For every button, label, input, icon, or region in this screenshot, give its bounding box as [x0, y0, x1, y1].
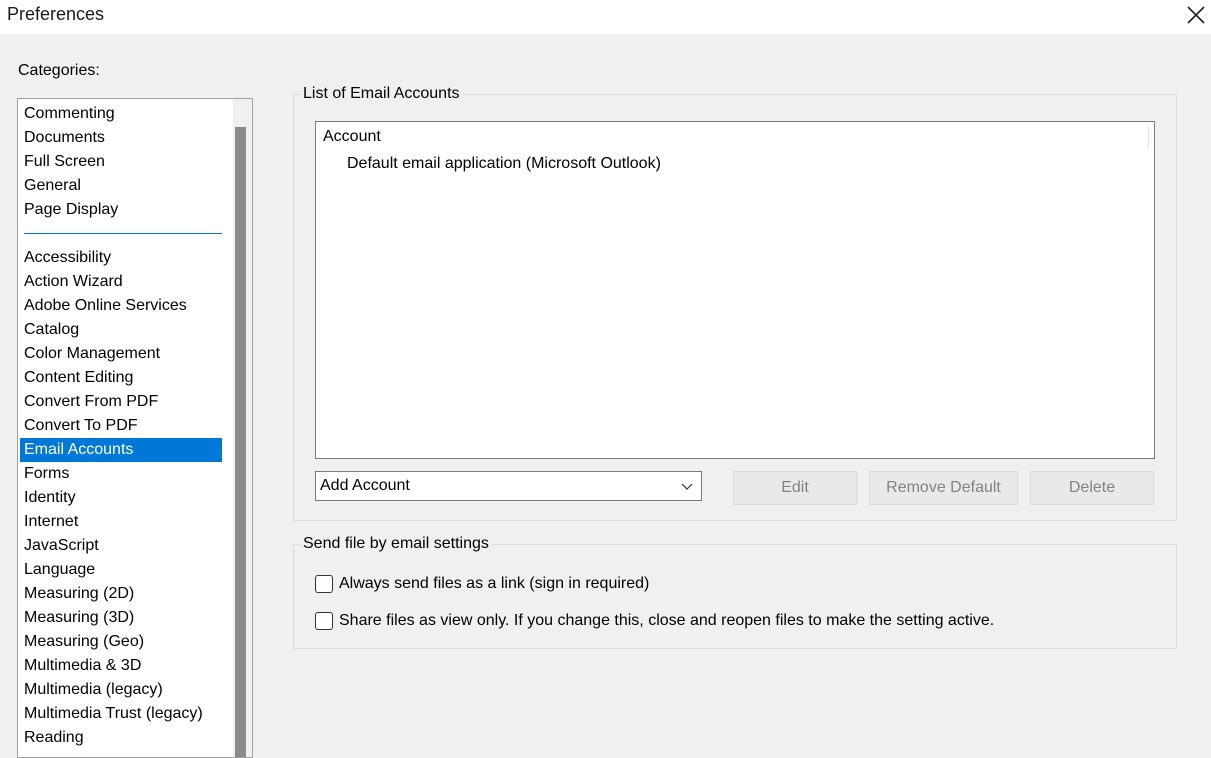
- category-item[interactable]: Catalog: [20, 318, 222, 342]
- list-item[interactable]: Default email application (Microsoft Out…: [347, 155, 661, 173]
- accounts-list[interactable]: Account Default email application (Micro…: [315, 121, 1155, 459]
- category-item[interactable]: Commenting: [20, 102, 222, 126]
- category-item[interactable]: Page Display: [20, 198, 222, 222]
- category-item[interactable]: Documents: [20, 126, 222, 150]
- chevron-down-icon: [681, 483, 693, 490]
- category-item[interactable]: Multimedia (legacy): [20, 678, 222, 702]
- edit-button[interactable]: Edit: [733, 471, 857, 505]
- view-only-label: Share files as view only. If you change …: [339, 612, 995, 629]
- category-item[interactable]: General: [20, 174, 222, 198]
- category-item[interactable]: Multimedia Trust (legacy): [20, 702, 222, 726]
- category-item[interactable]: Reading: [20, 726, 222, 750]
- send-as-link-label: Always send files as a link (sign in req…: [339, 575, 650, 592]
- category-item[interactable]: Identity: [20, 486, 222, 510]
- category-item[interactable]: Forms: [20, 462, 222, 486]
- category-item[interactable]: Convert To PDF: [20, 414, 222, 438]
- close-button[interactable]: [1181, 0, 1211, 30]
- view-only-option[interactable]: Share files as view only. If you change …: [315, 612, 994, 630]
- send-settings-group: Send file by email settings: [293, 534, 1177, 649]
- categories-list[interactable]: Commenting Documents Full Screen General Pag…: [17, 98, 253, 758]
- remove-default-button[interactable]: Remove Default: [869, 471, 1018, 505]
- add-account-value: Add Account: [320, 477, 410, 494]
- close-icon: [1187, 6, 1205, 24]
- category-item[interactable]: Email Accounts: [20, 438, 222, 462]
- categories-label: Categories:: [18, 62, 100, 79]
- category-item[interactable]: Action Wizard: [20, 270, 222, 294]
- delete-button[interactable]: Delete: [1030, 471, 1154, 505]
- category-item[interactable]: Color Management: [20, 342, 222, 366]
- send-as-link-option[interactable]: Always send files as a link (sign in req…: [315, 575, 649, 593]
- categories-separator: [24, 233, 222, 234]
- categories-scrollbar[interactable]: [233, 99, 252, 757]
- view-only-checkbox[interactable]: [315, 612, 333, 630]
- category-item[interactable]: Language: [20, 558, 222, 582]
- category-item[interactable]: Adobe Online Services: [20, 294, 222, 318]
- account-column-header[interactable]: Account: [323, 128, 381, 146]
- column-divider: [1148, 126, 1149, 148]
- category-item[interactable]: Internet: [20, 510, 222, 534]
- title-bar: Preferences: [0, 0, 1211, 34]
- scrollbar-thumb[interactable]: [235, 127, 246, 757]
- email-accounts-group-title: List of Email Accounts: [300, 84, 463, 104]
- category-item[interactable]: Convert From PDF: [20, 390, 222, 414]
- category-item[interactable]: Measuring (Geo): [20, 630, 222, 654]
- category-item[interactable]: Measuring (3D): [20, 606, 222, 630]
- category-item[interactable]: Accessibility: [20, 246, 222, 270]
- send-as-link-checkbox[interactable]: [315, 575, 333, 593]
- add-account-dropdown[interactable]: Add Account: [315, 471, 702, 501]
- category-item[interactable]: Content Editing: [20, 366, 222, 390]
- category-item[interactable]: Multimedia & 3D: [20, 654, 222, 678]
- category-item[interactable]: JavaScript: [20, 534, 222, 558]
- category-item[interactable]: Full Screen: [20, 150, 222, 174]
- category-item[interactable]: Measuring (2D): [20, 582, 222, 606]
- window-title: Preferences: [7, 4, 105, 24]
- send-settings-group-title: Send file by email settings: [300, 534, 492, 554]
